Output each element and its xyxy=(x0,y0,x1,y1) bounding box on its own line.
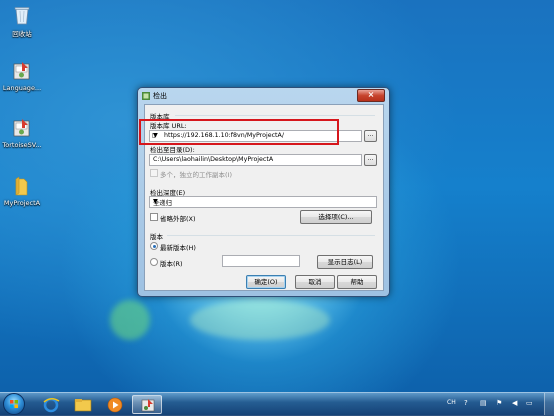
help-button[interactable]: 帮助 xyxy=(337,275,377,289)
checkout-dir-value: C:\Users\laohailin\Desktop\MyProjectA xyxy=(153,156,274,163)
cancel-button[interactable]: 取消 xyxy=(295,275,335,289)
start-button[interactable] xyxy=(3,393,25,415)
volume-tray-icon[interactable]: ◀ xyxy=(512,399,517,407)
wallpaper-leaf xyxy=(110,300,150,340)
language-shortcut-icon[interactable]: Language... xyxy=(0,60,44,92)
choose-items-button[interactable]: 选择项(C)... xyxy=(300,210,372,224)
dropdown-arrow-icon[interactable]: ▼ xyxy=(153,198,374,205)
tortoise-app-icon xyxy=(142,92,150,100)
multi-label: 多个，独立的工作副本(I) xyxy=(160,171,232,179)
multi-checkbox[interactable] xyxy=(150,169,158,177)
folder-icon xyxy=(74,399,92,412)
input-language-indicator[interactable]: CH xyxy=(447,399,456,406)
dir-browse-button[interactable]: ... xyxy=(364,154,377,166)
revision-label: 版本(R) xyxy=(160,260,183,268)
taskbar-tortoisesvn[interactable] xyxy=(132,395,162,414)
taskbar: CH ? ▤ ⚑ ◀ ▭ xyxy=(0,392,554,416)
desktop-icon-label: Language... xyxy=(2,84,42,92)
dialog-title: 检出 xyxy=(153,92,167,100)
trash-icon xyxy=(11,4,33,26)
tortoisesvn-shortcut-icon[interactable]: TortoiseSV... xyxy=(0,117,44,149)
revision-field[interactable] xyxy=(222,255,300,267)
myprojecta-folder-icon[interactable]: MyProjectA xyxy=(0,175,44,207)
head-revision-label: 最新版本(H) xyxy=(160,244,196,252)
depth-combobox[interactable]: 全递归 ▼ xyxy=(149,196,377,208)
omit-externals-label: 省略外部(X) xyxy=(160,215,196,223)
show-log-button[interactable]: 显示日志(L) xyxy=(317,255,373,269)
checkout-dir-label: 检出至目录(D): xyxy=(150,146,195,154)
close-button[interactable]: × xyxy=(357,89,385,102)
installer-icon xyxy=(11,117,33,139)
recycle-bin-icon[interactable]: 回收站 xyxy=(0,4,44,38)
media-player-icon xyxy=(107,397,123,413)
group-divider xyxy=(175,115,375,116)
url-highlight-box xyxy=(139,119,339,145)
windows-logo-icon xyxy=(10,400,18,408)
revision-group-label: 版本 xyxy=(150,233,163,241)
revision-radio[interactable] xyxy=(150,258,158,266)
wallpaper-glow xyxy=(190,300,330,340)
checkout-dir-field[interactable]: C:\Users\laohailin\Desktop\MyProjectA xyxy=(149,154,362,166)
url-browse-button[interactable]: ... xyxy=(364,130,377,142)
omit-externals-checkbox[interactable] xyxy=(150,213,158,221)
taskbar-ie[interactable] xyxy=(36,395,66,414)
help-tray-icon[interactable]: ? xyxy=(464,399,468,407)
taskbar-explorer[interactable] xyxy=(68,395,98,414)
folder-icon xyxy=(11,175,33,197)
taskbar-media-player[interactable] xyxy=(100,395,130,414)
tortoisesvn-icon xyxy=(141,399,155,412)
network-tray-icon[interactable]: ▤ xyxy=(480,399,487,407)
group-divider xyxy=(167,235,375,236)
dialog-titlebar[interactable]: 检出 × xyxy=(138,88,389,104)
internet-explorer-icon xyxy=(43,397,60,413)
desktop-icon-label: MyProjectA xyxy=(3,199,41,207)
show-desktop-button[interactable] xyxy=(544,393,554,415)
desktop-icon-label: TortoiseSV... xyxy=(2,141,42,149)
head-revision-radio[interactable] xyxy=(150,242,158,250)
ok-button[interactable]: 确定(O) xyxy=(246,275,286,289)
installer-icon xyxy=(11,60,33,82)
monitor-tray-icon[interactable]: ▭ xyxy=(526,399,533,407)
flag-tray-icon[interactable]: ⚑ xyxy=(496,399,502,407)
desktop-icon-label: 回收站 xyxy=(12,30,32,38)
